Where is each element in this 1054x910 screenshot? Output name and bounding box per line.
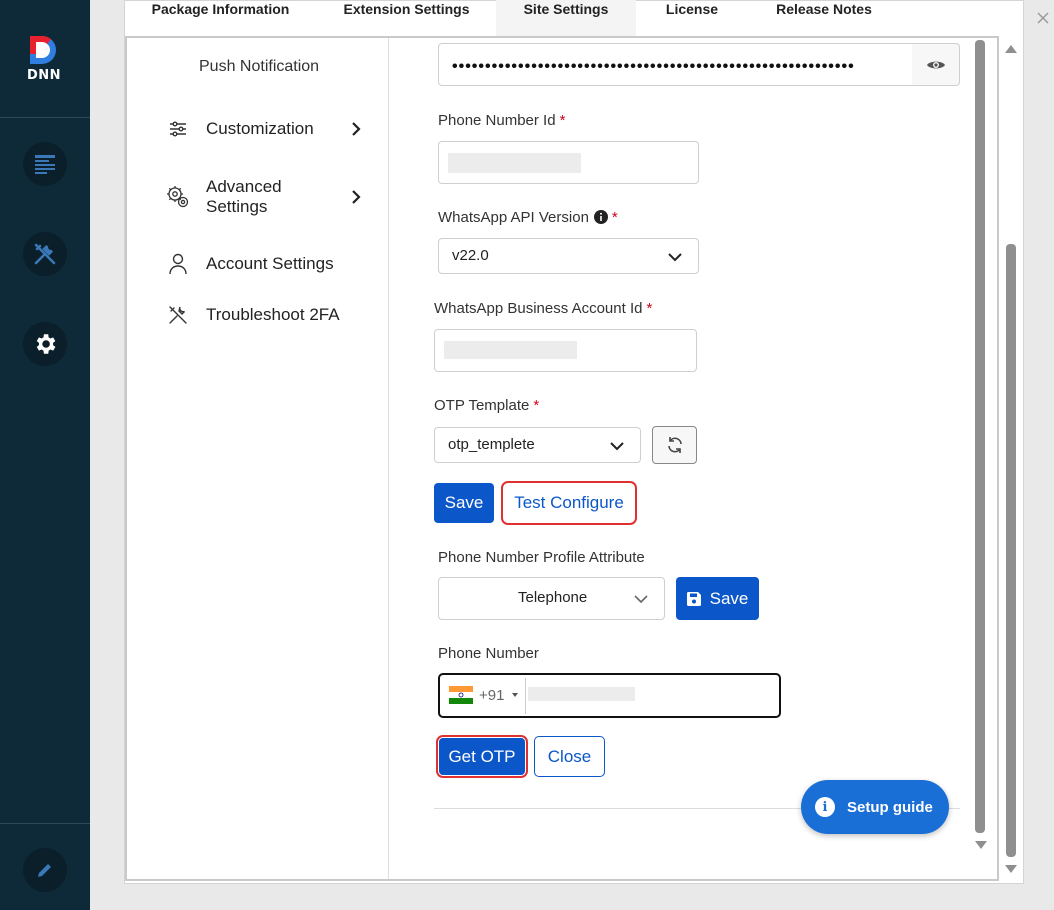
tab-site-settings[interactable]: Site Settings xyxy=(496,0,636,36)
eye-icon xyxy=(926,61,945,68)
content-button[interactable] xyxy=(23,142,67,186)
pencil-icon xyxy=(38,864,51,877)
info-icon: i xyxy=(815,797,835,817)
sidebar-item-troubleshoot-2fa[interactable]: Troubleshoot 2FA xyxy=(164,301,340,329)
setup-guide-label: Setup guide xyxy=(847,798,933,816)
show-token-button[interactable] xyxy=(912,43,960,86)
setup-guide-button[interactable]: i Setup guide xyxy=(801,780,949,834)
tab-package-information[interactable]: Package Information xyxy=(124,0,317,36)
profile-attribute-value: Telephone xyxy=(518,589,588,606)
sidebar-item-label: Customization xyxy=(206,119,314,138)
caret-down-icon xyxy=(512,693,519,697)
access-token-mask: ••••••••••••••••••••••••••••••••••••••••… xyxy=(452,58,855,75)
tools-button[interactable] xyxy=(23,232,67,276)
chevron-right-icon xyxy=(352,122,361,136)
user-icon xyxy=(164,250,192,278)
api-version-value: v22.0 xyxy=(452,247,489,264)
sidebar-item-account-settings[interactable]: Account Settings xyxy=(164,250,334,278)
divider xyxy=(525,678,526,714)
redacted-value xyxy=(444,341,577,359)
tab-bar: Package Information Extension Settings S… xyxy=(124,0,1024,36)
otp-template-label: OTP Template * xyxy=(434,397,540,414)
test-configure-button[interactable]: Test Configure xyxy=(501,481,637,525)
sidebar-title: Push Notification xyxy=(199,58,320,75)
gears-icon xyxy=(164,183,192,211)
tab-extension-settings[interactable]: Extension Settings xyxy=(317,0,496,36)
redacted-value xyxy=(448,153,581,173)
chevron-down-icon xyxy=(668,253,682,262)
edit-button[interactable] xyxy=(23,848,67,892)
sidebar-item-label: Troubleshoot 2FA xyxy=(206,305,340,324)
app-rail: DNN xyxy=(0,0,90,910)
settings-sidebar xyxy=(127,38,389,879)
chevron-right-icon xyxy=(352,190,361,204)
api-version-label: WhatsApp API Version * xyxy=(438,209,618,226)
outer-scrollbar[interactable] xyxy=(1006,244,1016,857)
business-account-label: WhatsApp Business Account Id * xyxy=(434,300,653,317)
profile-attribute-label: Phone Number Profile Attribute xyxy=(438,549,645,566)
india-flag-icon xyxy=(449,686,473,704)
phone-number-label: Phone Number xyxy=(438,645,539,662)
phone-number-id-label: Phone Number Id * xyxy=(438,112,566,129)
settings-button[interactable] xyxy=(23,322,67,366)
sidebar-item-customization[interactable]: Customization xyxy=(164,115,314,143)
chevron-down-icon xyxy=(610,442,624,451)
tools-icon xyxy=(34,243,56,265)
scroll-down-arrow-icon[interactable] xyxy=(1005,864,1017,874)
inner-scrollbar[interactable] xyxy=(975,40,985,833)
content-list-icon xyxy=(35,155,55,174)
rail-divider xyxy=(0,823,90,824)
sliders-icon xyxy=(164,115,192,143)
gear-icon xyxy=(36,334,56,354)
otp-template-value: otp_templete xyxy=(448,436,535,453)
country-code-select[interactable]: +91 xyxy=(449,686,519,704)
save-attribute-label: Save xyxy=(709,588,749,608)
get-otp-button[interactable]: Get OTP xyxy=(436,735,528,778)
tools-icon xyxy=(164,301,192,329)
sidebar-item-label: Account Settings xyxy=(206,254,334,273)
tab-release-notes[interactable]: Release Notes xyxy=(748,0,900,36)
scroll-down-arrow-icon[interactable] xyxy=(975,840,987,850)
scroll-up-arrow-icon[interactable] xyxy=(1005,44,1017,54)
dnn-logo-icon xyxy=(30,35,56,64)
chevron-down-icon xyxy=(634,595,648,604)
sidebar-item-advanced-settings[interactable]: Advanced Settings xyxy=(164,177,296,217)
rail-divider xyxy=(0,117,90,118)
save-attribute-button[interactable]: Save xyxy=(676,577,759,620)
redacted-value xyxy=(528,687,635,701)
refresh-templates-button[interactable] xyxy=(652,426,697,464)
close-icon[interactable] xyxy=(1037,12,1049,24)
info-icon[interactable] xyxy=(593,210,608,224)
floppy-disk-icon xyxy=(686,591,701,606)
tab-license[interactable]: License xyxy=(636,0,748,36)
sidebar-item-label: Advanced Settings xyxy=(206,177,282,216)
save-button[interactable]: Save xyxy=(434,483,494,523)
logo-text: DNN xyxy=(27,68,62,83)
refresh-icon xyxy=(667,437,682,453)
close-button[interactable]: Close xyxy=(534,736,605,777)
dial-code: +91 xyxy=(479,686,505,704)
